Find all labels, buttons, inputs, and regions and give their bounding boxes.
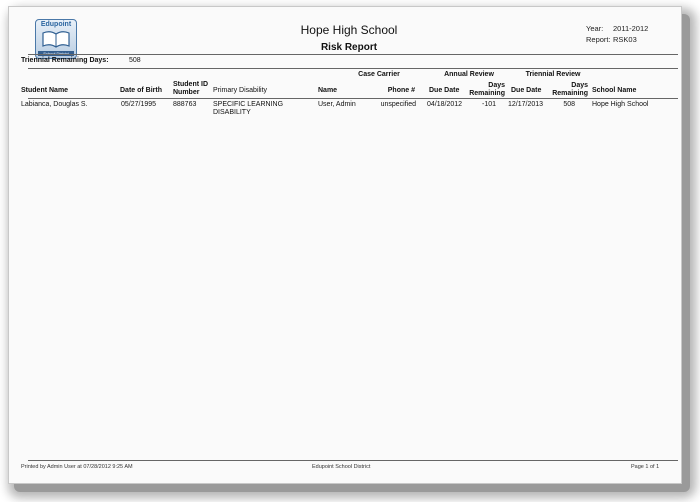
report-page: Edupoint School District Hope High Schoo…: [8, 6, 682, 484]
cell-triennial-due: 12/17/2013: [508, 101, 544, 108]
footer-printed-by: Printed by Admin User at 07/28/2012 9:25…: [21, 464, 133, 470]
edupoint-logo: Edupoint School District: [35, 19, 77, 59]
col-triennial-days-line1: Days: [571, 82, 588, 89]
col-triennial-days-line2: Remaining: [552, 90, 588, 97]
col-carrier-phone: Phone #: [387, 87, 415, 94]
cell-student-id: 888763: [173, 101, 197, 108]
cell-carrier-name: User, Admin: [318, 101, 356, 108]
report-title: Risk Report: [320, 42, 378, 53]
year-value: 2011-2012: [613, 24, 649, 33]
group-annual-review: Annual Review: [444, 71, 494, 78]
logo-text: Edupoint: [40, 21, 72, 28]
footer-page-number: Page 1 of 1: [631, 464, 660, 470]
col-student-id-line1: Student ID: [173, 81, 208, 88]
col-student-id-line2: Number: [173, 89, 200, 96]
book-icon: [42, 31, 70, 48]
col-dob: Date of Birth: [120, 87, 162, 94]
col-annual-due: Due Date: [429, 87, 460, 94]
cell-triennial-days: 508: [563, 101, 575, 108]
school-title: Hope High School: [300, 23, 398, 37]
cell-dob: 05/27/1995: [121, 101, 157, 108]
group-case-carrier: Case Carrier: [358, 71, 400, 78]
filter-label: Triennial Remaining Days:: [21, 57, 109, 64]
footer-rule: [28, 460, 678, 461]
report-label: Report:: [586, 35, 611, 44]
col-school-name: School Name: [592, 87, 637, 94]
col-annual-days-line1: Days: [488, 82, 505, 89]
cell-disability-line1: SPECIFIC LEARNING: [213, 101, 284, 108]
col-carrier-name: Name: [318, 87, 338, 94]
year-label: Year:: [586, 24, 604, 33]
cell-student-name: Labianca, Douglas S.: [21, 101, 88, 108]
report-code: RSK03: [613, 35, 637, 44]
cell-carrier-phone: unspecified: [380, 101, 416, 108]
col-triennial-due: Due Date: [511, 87, 542, 94]
col-annual-days-line2: Remaining: [469, 90, 505, 97]
header-rule: [28, 54, 678, 55]
filter-rule: [28, 68, 678, 69]
cell-school-name: Hope High School: [592, 101, 649, 108]
col-primary-disability: Primary Disability: [213, 87, 268, 94]
cell-annual-days: -101: [481, 101, 496, 108]
group-triennial-review: Triennial Review: [525, 71, 581, 78]
cell-disability-line2: DISABILITY: [213, 109, 251, 116]
column-header-rule: [28, 98, 678, 99]
filter-value: 508: [129, 57, 141, 64]
col-student-name: Student Name: [21, 87, 69, 94]
cell-annual-due: 04/18/2012: [427, 101, 463, 108]
footer-district: Edupoint School District: [312, 464, 371, 470]
